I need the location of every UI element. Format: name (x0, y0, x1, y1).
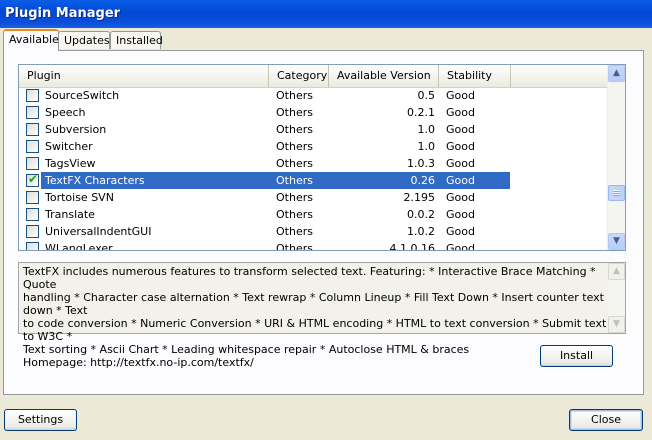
table-row[interactable]: Translate Others 0.0.2 Good (19, 206, 609, 223)
plugin-category: Others (276, 225, 313, 238)
table-row[interactable]: Speech Others 0.2.1 Good (19, 104, 609, 121)
plugin-version: 0.5 (417, 89, 436, 102)
column-header-plugin[interactable]: Plugin (19, 65, 269, 87)
plugin-name: Speech (45, 106, 86, 119)
grip-icon (613, 190, 620, 196)
plugin-checkbox[interactable] (26, 242, 39, 250)
plugin-description-text: TextFX includes numerous features to tra… (23, 265, 607, 369)
window-title: Plugin Manager (5, 6, 121, 21)
column-header-version-label: Available Version (337, 69, 431, 82)
plugin-name: Subversion (45, 123, 107, 136)
plugin-category: Others (276, 140, 313, 153)
install-button-label: Install (559, 349, 594, 362)
plugin-checkbox-checked[interactable]: ✔ (26, 172, 39, 187)
plugin-stability: Good (446, 191, 475, 204)
plugin-category: Others (276, 123, 313, 136)
plugin-stability: Good (446, 106, 475, 119)
table-row[interactable]: Subversion Others 1.0 Good (19, 121, 609, 138)
plugin-version: 0.2.1 (407, 106, 435, 119)
plugin-name: TagsView (45, 157, 96, 170)
table-row[interactable]: WLangLexer Others 4.1.0.16 Good (19, 240, 609, 251)
table-row[interactable]: UniversalIndentGUI Others 1.0.2 Good (19, 223, 609, 240)
plugin-stability: Good (446, 242, 475, 251)
title-bar[interactable]: Plugin Manager (0, 0, 652, 28)
plugin-category: Others (276, 191, 313, 204)
plugin-description-box[interactable]: TextFX includes numerous features to tra… (18, 262, 626, 369)
plugin-list[interactable]: Plugin Category Available Version Stabil… (18, 64, 626, 251)
column-header-plugin-label: Plugin (27, 69, 61, 82)
chevron-up-icon: ▲ (613, 266, 620, 276)
plugin-stability: Good (446, 157, 475, 170)
table-row[interactable]: Tortoise SVN Others 2.195 Good (19, 189, 609, 206)
plugin-name: Tortoise SVN (45, 191, 114, 204)
plugin-version: 0.0.2 (407, 208, 435, 221)
plugin-name: SourceSwitch (45, 89, 120, 102)
plugin-checkbox[interactable] (26, 106, 39, 119)
plugin-stability: Good (446, 174, 475, 187)
plugin-version: 2.195 (403, 191, 436, 204)
scroll-up-button[interactable]: ▲ (608, 65, 625, 82)
plugin-version: 1.0 (417, 140, 436, 153)
settings-button-label: Settings (17, 413, 64, 426)
plugin-category: Others (276, 242, 313, 251)
close-button-label: Close (591, 413, 621, 426)
table-row[interactable]: TagsView Others 1.0.3 Good (19, 155, 609, 172)
description-scroll-up-button[interactable]: ▲ (608, 263, 625, 280)
plugin-category: Others (276, 106, 313, 119)
plugin-category: Others (276, 174, 313, 187)
plugin-stability: Good (446, 208, 475, 221)
plugin-name: Translate (45, 208, 95, 221)
plugin-checkbox[interactable] (26, 208, 39, 221)
table-row[interactable]: Switcher Others 1.0 Good (19, 138, 609, 155)
plugin-version: 1.0 (417, 123, 436, 136)
description-scrollbar[interactable]: ▲ ▼ (608, 263, 625, 333)
tab-installed-label: Installed (116, 34, 163, 47)
plugin-version: 1.0.3 (407, 157, 435, 170)
tab-available[interactable]: Available (3, 29, 59, 51)
description-scroll-down-button[interactable]: ▼ (608, 316, 625, 333)
plugin-list-scrollbar[interactable]: ▲ ▼ (607, 65, 625, 250)
plugin-checkbox[interactable] (26, 157, 39, 170)
plugin-checkbox[interactable] (26, 140, 39, 153)
plugin-stability: Good (446, 140, 475, 153)
plugin-category: Others (276, 208, 313, 221)
column-header-stability-label: Stability (447, 69, 493, 82)
checkmark-icon: ✔ (28, 172, 39, 186)
tab-updates-label: Updates (64, 34, 110, 47)
settings-button[interactable]: Settings (4, 409, 77, 431)
close-button[interactable]: Close (569, 409, 643, 431)
plugin-name: TextFX Characters (45, 174, 145, 187)
plugin-stability: Good (446, 225, 475, 238)
plugin-name: UniversalIndentGUI (45, 225, 152, 238)
chevron-down-icon: ▼ (613, 236, 620, 246)
install-button[interactable]: Install (540, 345, 613, 367)
plugin-checkbox[interactable] (26, 225, 39, 238)
plugin-name: Switcher (45, 140, 93, 153)
column-header-category[interactable]: Category (269, 65, 329, 87)
plugin-checkbox[interactable] (26, 89, 39, 102)
scroll-down-button[interactable]: ▼ (608, 233, 625, 250)
plugin-version: 4.1.0.16 (389, 242, 435, 251)
tab-available-label: Available (9, 33, 59, 46)
plugin-name: WLangLexer (45, 242, 113, 251)
column-header-category-label: Category (277, 69, 328, 82)
list-header: Plugin Category Available Version Stabil… (19, 65, 609, 88)
plugin-version: 1.0.2 (407, 225, 435, 238)
table-row[interactable]: SourceSwitch Others 0.5 Good (19, 87, 609, 104)
column-header-stability[interactable]: Stability (439, 65, 511, 87)
tab-installed[interactable]: Installed (110, 31, 163, 49)
plugin-checkbox[interactable] (26, 191, 39, 204)
table-row-selected[interactable]: ✔ TextFX Characters Others 0.26 Good (19, 172, 609, 189)
scrollbar-thumb[interactable] (608, 185, 625, 201)
tab-updates[interactable]: Updates (58, 31, 110, 49)
plugin-version: 0.26 (410, 174, 436, 187)
column-header-version[interactable]: Available Version (329, 65, 439, 87)
plugin-stability: Good (446, 89, 475, 102)
chevron-down-icon: ▼ (613, 319, 620, 329)
plugin-stability: Good (446, 123, 475, 136)
plugin-checkbox[interactable] (26, 123, 39, 136)
plugin-category: Others (276, 157, 313, 170)
chevron-up-icon: ▲ (613, 68, 620, 78)
plugin-category: Others (276, 89, 313, 102)
